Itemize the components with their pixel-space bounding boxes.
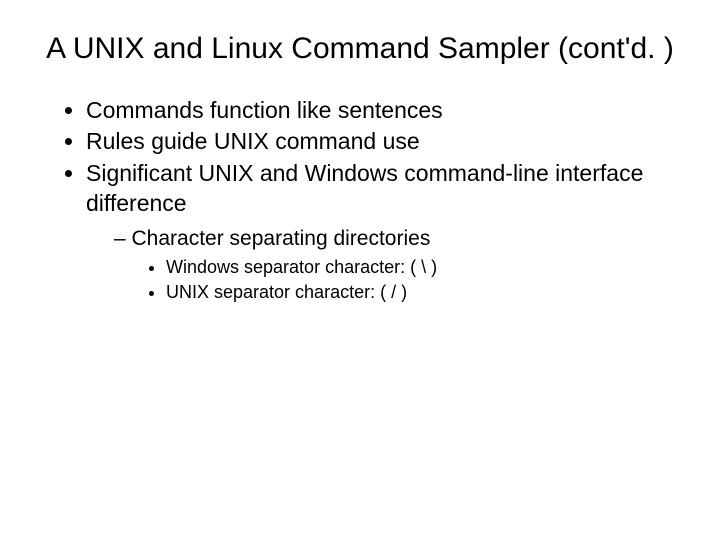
slide: A UNIX and Linux Command Sampler (cont'd… (0, 0, 720, 540)
subsub-bullet-list: Windows separator character: ( \ ) UNIX … (114, 256, 680, 304)
sub-bullet-item: Character separating directories Windows… (114, 225, 680, 304)
sub-bullet-list: Character separating directories Windows… (86, 225, 680, 304)
bullet-item: Significant UNIX and Windows command-lin… (86, 159, 680, 304)
subsub-bullet-item: UNIX separator character: ( / ) (166, 281, 680, 304)
slide-title: A UNIX and Linux Command Sampler (cont'd… (40, 30, 680, 68)
sub-bullet-text: Character separating directories (132, 227, 431, 250)
bullet-item: Rules guide UNIX command use (86, 127, 680, 157)
bullet-text: Significant UNIX and Windows command-lin… (86, 160, 643, 216)
subsub-bullet-item: Windows separator character: ( \ ) (166, 256, 680, 279)
bullet-item: Commands function like sentences (86, 96, 680, 126)
bullet-list: Commands function like sentences Rules g… (40, 96, 680, 305)
